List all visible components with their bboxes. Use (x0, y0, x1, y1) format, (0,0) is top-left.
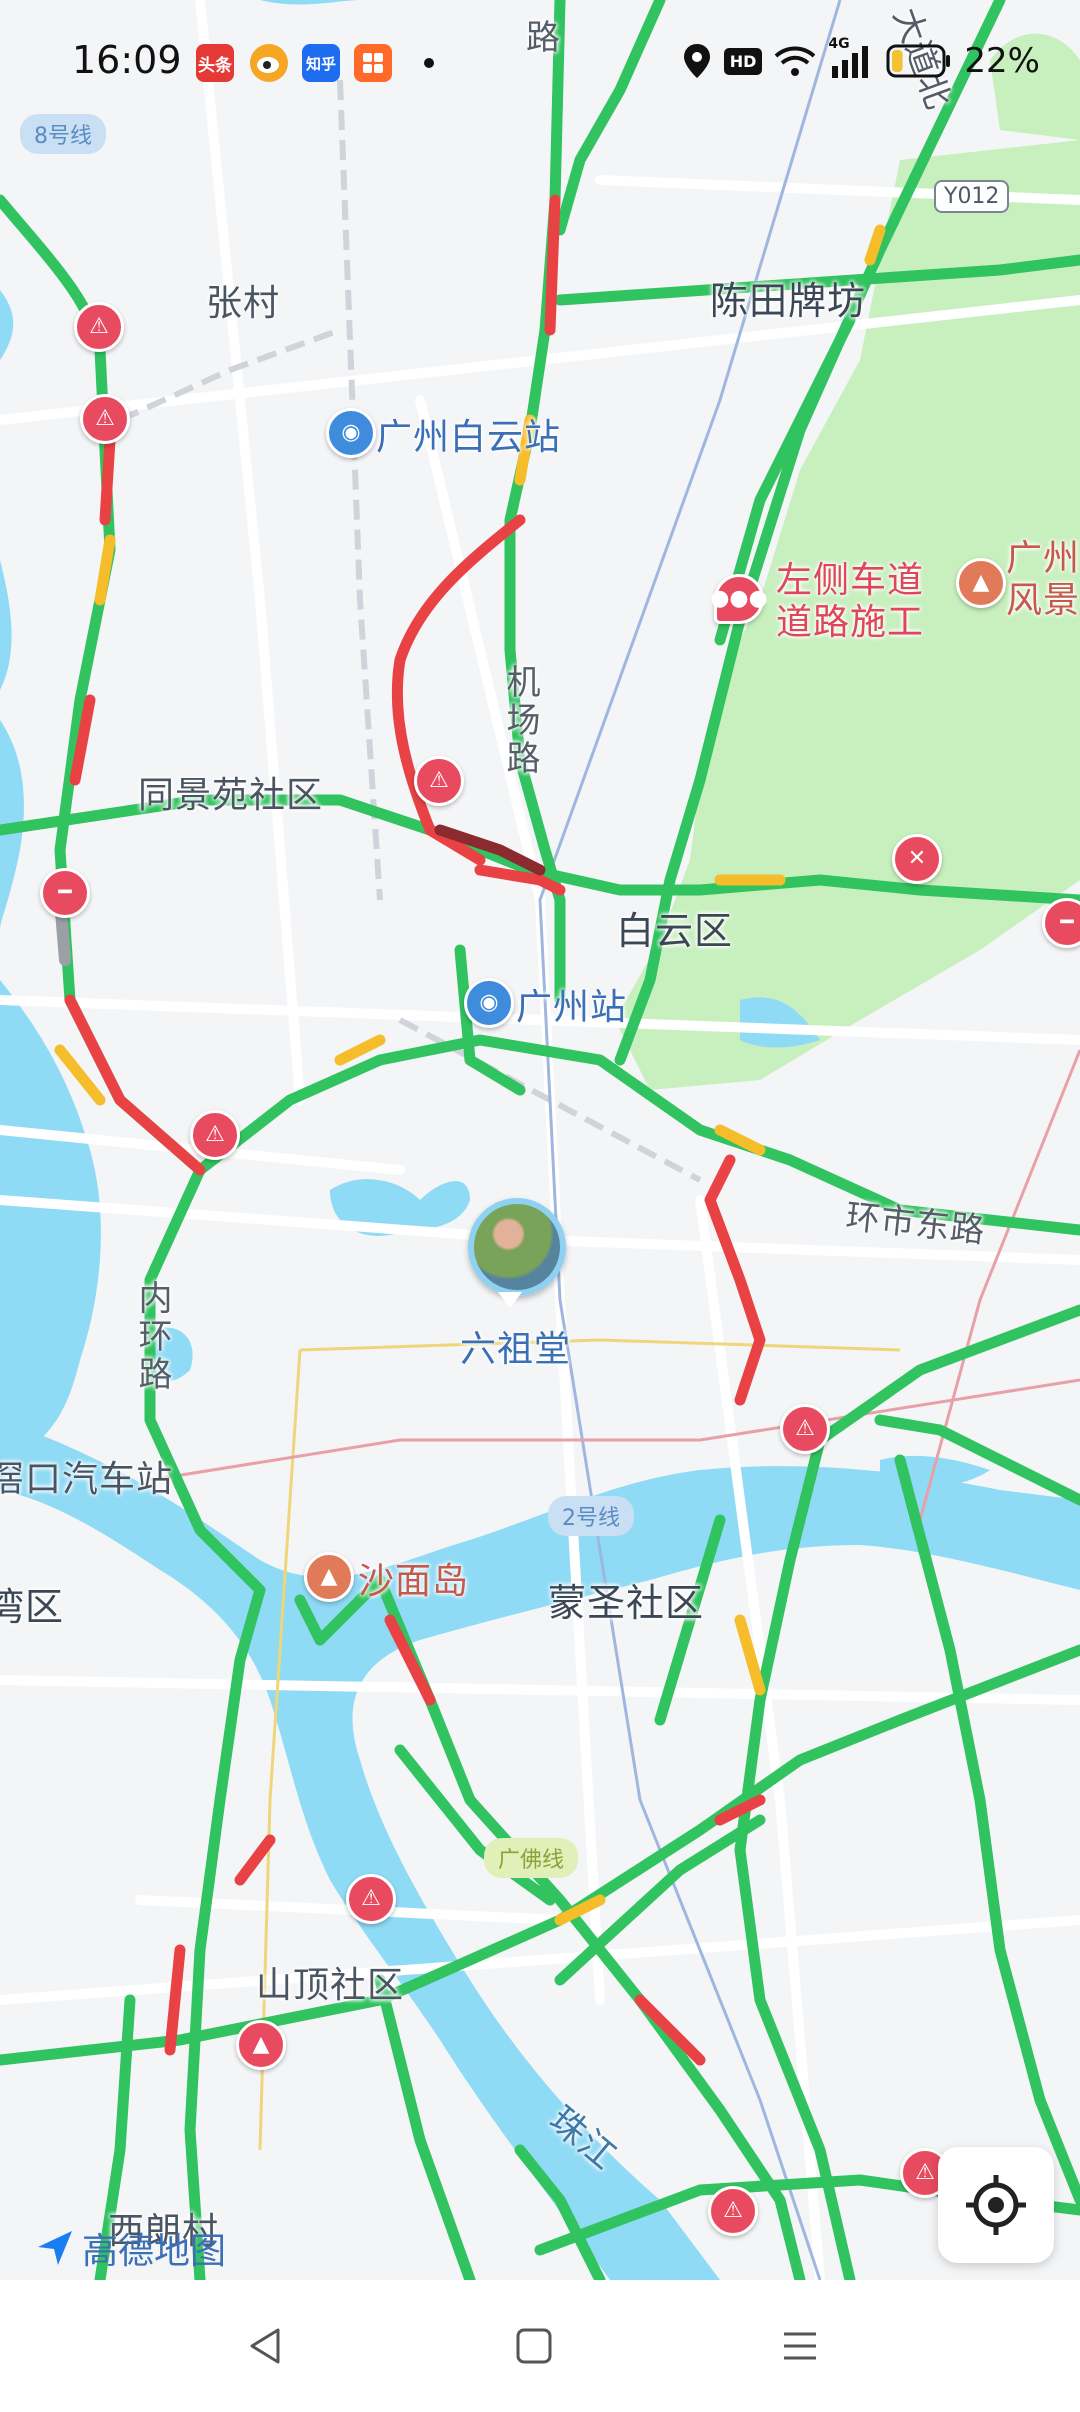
construction-marker[interactable]: ⚠ (80, 394, 130, 444)
menu-lines-icon (784, 2332, 816, 2360)
amap-logo-icon (38, 2231, 72, 2265)
attraction-pin-shamian[interactable]: ▲ (304, 1552, 354, 1602)
place-label-liuzutang[interactable]: 六祖堂 (460, 1320, 571, 1372)
place-label-scenic[interactable]: 广州 风景 (1006, 538, 1080, 622)
construction-icon: ⚠ (89, 314, 109, 339)
construction-icon: ⚠ (795, 1416, 815, 1441)
system-navigation-bar (0, 2280, 1080, 2412)
wifi-icon (775, 46, 816, 76)
incident-marker[interactable]: ●●● (710, 574, 768, 624)
no-entry-icon: ━ (58, 880, 72, 905)
construction-icon: ⚠ (361, 1886, 381, 1911)
train-station-pin-guangzhou[interactable]: ◉ (464, 978, 514, 1028)
incident-label[interactable]: 左侧车道 道路施工 (776, 560, 924, 644)
attribution-text: 高德地图 (82, 2231, 227, 2272)
cone-marker[interactable]: ▲ (236, 2020, 286, 2070)
status-bar: 16:09 头条 知乎 HD 4G 22% (0, 0, 1080, 120)
place-label-tongjingyuan[interactable]: 同景苑社区 (138, 766, 323, 818)
weibo-app-icon (250, 44, 288, 82)
hd-badge: HD (723, 47, 763, 75)
more-notifications-dot-icon (410, 44, 448, 82)
construction-icon: ⚠ (95, 406, 115, 431)
landmark-icon: ▲ (972, 570, 990, 595)
place-label-district-left[interactable]: 湾区 (0, 1576, 64, 1631)
poi-liuzutang-photo[interactable] (468, 1198, 566, 1296)
place-label-baiyun-district[interactable]: 白云区 (616, 900, 733, 955)
location-icon (683, 44, 710, 78)
crosshair-icon (966, 2175, 1026, 2235)
construction-marker[interactable]: ⚠ (708, 2186, 758, 2236)
train-icon: ◉ (479, 990, 499, 1015)
place-label-shamian[interactable]: 沙面岛 (358, 1552, 469, 1604)
landmark-icon: ▲ (320, 1564, 338, 1589)
status-right-group: HD 4G 22% (682, 36, 1040, 84)
construction-icon: ⚠ (429, 768, 449, 793)
toutiao-app-icon: 头条 (196, 44, 234, 82)
place-label-chentian[interactable]: 陈田牌坊 (710, 270, 866, 325)
no-entry-marker[interactable]: ━ (40, 868, 90, 918)
construction-marker[interactable]: ⚠ (346, 1874, 396, 1924)
traffic-cone-icon: ▲ (252, 2032, 270, 2057)
nav-menu-button[interactable] (770, 2316, 830, 2376)
metro-line-guangfo-badge: 广佛线 (484, 1838, 579, 1878)
chat-icon: ●●● (710, 586, 768, 611)
zhihu-app-icon: 知乎 (302, 44, 340, 82)
construction-marker[interactable]: ⚠ (74, 302, 124, 352)
road-label-airport-road: 机场路 (500, 664, 540, 778)
construction-marker[interactable]: ⚠ (414, 756, 464, 806)
battery-percentage: 22% (964, 41, 1040, 81)
battery-icon (886, 44, 951, 78)
construction-icon: ⚠ (723, 2198, 743, 2223)
map-base (0, 0, 1080, 2280)
road-number-badge: Y012 (934, 180, 1010, 213)
place-label-zhangcun[interactable]: 张村 (206, 274, 280, 326)
no-entry-icon: ━ (1060, 910, 1074, 935)
accident-marker[interactable]: ✕ (892, 834, 942, 884)
metro-line-8-badge: 8号线 (20, 114, 106, 154)
train-icon: ◉ (341, 420, 361, 445)
extra-app-icon (354, 44, 392, 82)
place-label-guangzhou-station[interactable]: 广州站 (516, 978, 627, 1030)
train-station-pin-baiyun[interactable]: ◉ (326, 408, 376, 458)
back-triangle-icon (250, 2328, 280, 2364)
place-label-baiyun-station[interactable]: 广州白云站 (376, 408, 561, 460)
construction-marker[interactable]: ⚠ (780, 1404, 830, 1454)
home-square-icon (516, 2328, 552, 2364)
construction-icon: ⚠ (205, 1122, 225, 1147)
construction-marker[interactable]: ⚠ (190, 1110, 240, 1160)
metro-line-2-badge: 2号线 (548, 1496, 634, 1536)
place-label-shanding[interactable]: 山顶社区 (256, 1956, 404, 2008)
poi-pointer (498, 1292, 522, 1308)
road-label-inner-ring: 内环路 (132, 1280, 172, 1394)
construction-icon: ⚠ (915, 2160, 935, 2185)
locate-me-button[interactable] (938, 2147, 1054, 2263)
nav-home-button[interactable] (504, 2316, 564, 2376)
nav-back-button[interactable] (236, 2316, 296, 2376)
map-attribution: 高德地图 (36, 2222, 226, 2274)
attraction-pin-scenic[interactable]: ▲ (956, 558, 1006, 608)
cell-signal-icon: 4G (828, 36, 874, 80)
place-label-mengsheng[interactable]: 蒙圣社区 (548, 1572, 704, 1627)
map-canvas[interactable]: 8号线 2号线 广佛线 Y012 张村 陈田牌坊 广州白云站 同景苑社区 白云区… (0, 0, 1080, 2280)
accident-icon: ✕ (907, 846, 927, 871)
place-label-bus-station[interactable]: 滘口汽车站 (0, 1450, 173, 1502)
status-time: 16:09 (72, 38, 182, 82)
